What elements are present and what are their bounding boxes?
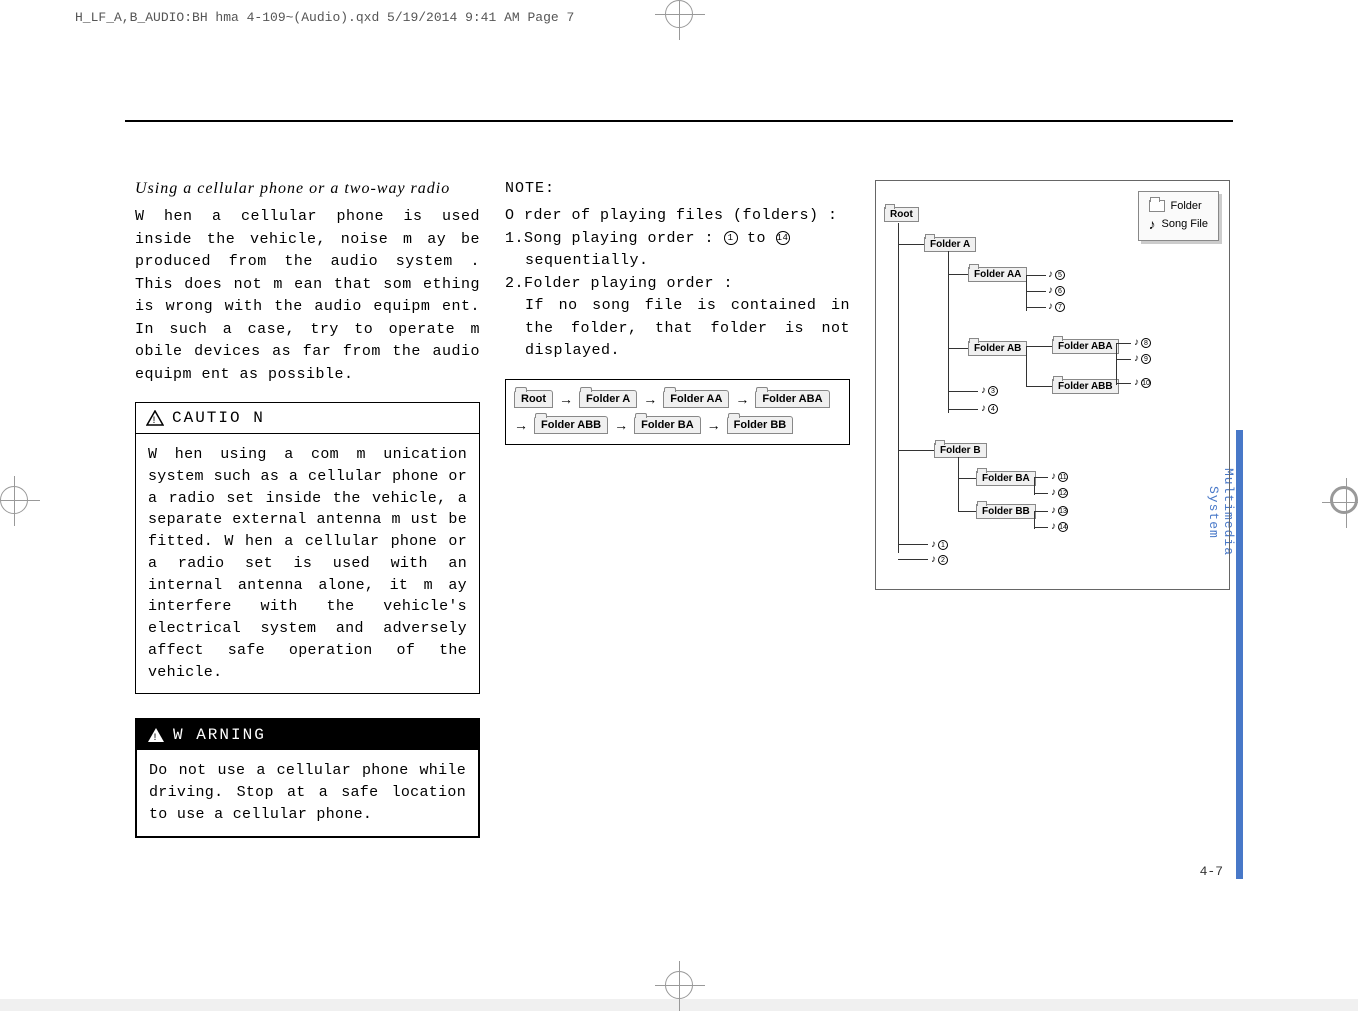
page-number: 4-7	[1200, 864, 1223, 879]
warning-box: ! W ARNING Do not use a cellular phone w…	[135, 718, 480, 837]
flow-folder-abb: Folder ABB	[534, 416, 608, 434]
flow-folder-ba: Folder BA	[634, 416, 701, 434]
warning-label: W ARNING	[173, 726, 266, 744]
tree-folder-bb: Folder BB	[976, 504, 1036, 519]
legend-song-row: ♪ Song File	[1149, 214, 1208, 234]
flow-folder-aa: Folder AA	[663, 390, 729, 408]
tree-song-13: ♪13	[1051, 505, 1068, 516]
arrow-icon: →	[559, 391, 573, 407]
tree-song-2: ♪2	[931, 554, 948, 565]
arrow-icon: →	[735, 391, 749, 407]
order-to: to	[738, 230, 776, 247]
tree-root: Root	[884, 207, 919, 222]
tree-song-11: ♪11	[1051, 471, 1068, 482]
legend-song-label: Song File	[1162, 218, 1208, 230]
arrow-icon: →	[707, 417, 721, 433]
flow-root: Root	[514, 390, 553, 408]
tree-song-8: ♪8	[1134, 337, 1151, 348]
song-file-icon: ♪	[1149, 216, 1156, 232]
tree-song-12: ♪12	[1051, 487, 1068, 498]
tree-diagram: Folder ♪ Song File Root Folder A Folder …	[875, 180, 1230, 590]
flow-folder-aba: Folder ABA	[755, 390, 829, 408]
svg-text:!: !	[151, 416, 159, 426]
caution-header: ! CAUTIO N	[136, 403, 479, 434]
arrow-icon: →	[643, 391, 657, 407]
qxd-header: H_LF_A,B_AUDIO:BH hma 4-109~(Audio).qxd …	[75, 10, 574, 25]
order-item-1-pre: 1.Song playing order :	[505, 230, 724, 247]
content: Using a cellular phone or a two-way radi…	[135, 180, 1230, 838]
column-2: NOTE: O rder of playing files (folders) …	[505, 180, 850, 838]
circ-14: 14	[776, 231, 790, 245]
order-intro: O rder of playing files (folders) :	[505, 205, 850, 228]
warning-body: Do not use a cellular phone while drivin…	[137, 750, 478, 835]
order-item-1: 1.Song playing order : 1 to 14	[505, 228, 850, 251]
caution-label: CAUTIO N	[172, 409, 265, 427]
warning-icon: !	[147, 727, 165, 743]
crop-mark-top	[665, 0, 693, 28]
svg-text:!: !	[152, 733, 160, 743]
flow-row-2: → Folder ABB → Folder BA → Folder BB	[514, 416, 841, 434]
tree-folder-ba: Folder BA	[976, 471, 1036, 486]
warning-header: ! W ARNING	[137, 720, 478, 750]
tree-song-14: ♪14	[1051, 521, 1068, 532]
caution-icon: !	[146, 410, 164, 426]
tree-song-7: ♪7	[1048, 301, 1065, 312]
tree-song-9: ♪9	[1134, 353, 1151, 364]
legend-folder-row: Folder	[1149, 198, 1208, 214]
order-item-1-post: sequentially.	[525, 250, 850, 273]
column-1: Using a cellular phone or a two-way radi…	[135, 180, 480, 838]
legend: Folder ♪ Song File	[1138, 191, 1219, 241]
header-text: H_LF_A,B_AUDIO:BH hma 4-109~(Audio).qxd …	[75, 10, 574, 25]
tree-folder-aba: Folder ABA	[1052, 339, 1119, 354]
section-heading: Using a cellular phone or a two-way radi…	[135, 180, 480, 198]
tree-song-6: ♪6	[1048, 285, 1065, 296]
side-bar-blank	[1236, 120, 1243, 430]
tree-folder-ab: Folder AB	[968, 341, 1027, 356]
flow-folder-a: Folder A	[579, 390, 637, 408]
caution-body: W hen using a com m unication system suc…	[136, 434, 479, 693]
flow-row-1: Root → Folder A → Folder AA → Folder ABA	[514, 390, 841, 408]
crop-mark-left	[0, 486, 28, 514]
column-3: Folder ♪ Song File Root Folder A Folder …	[875, 180, 1230, 838]
tree-song-1: ♪1	[931, 539, 948, 550]
top-rule	[125, 120, 1233, 122]
tree-folder-a: Folder A	[924, 237, 976, 252]
section-body: W hen a cellular phone is used inside th…	[135, 206, 480, 386]
arrow-icon: →	[514, 417, 528, 433]
note-header: NOTE:	[505, 180, 850, 197]
tree-folder-aa: Folder AA	[968, 267, 1027, 282]
crop-mark-bottom	[665, 971, 693, 999]
circ-1: 1	[724, 231, 738, 245]
tree-song-10: ♪10	[1134, 377, 1151, 388]
arrow-icon: →	[614, 417, 628, 433]
page: H_LF_A,B_AUDIO:BH hma 4-109~(Audio).qxd …	[0, 0, 1358, 999]
tree-song-3: ♪3	[981, 385, 998, 396]
flow-diagram: Root → Folder A → Folder AA → Folder ABA…	[505, 379, 850, 445]
flow-folder-bb: Folder BB	[727, 416, 794, 434]
folder-icon	[1149, 200, 1165, 212]
tree-folder-b: Folder B	[934, 443, 987, 458]
tree-song-4: ♪4	[981, 403, 998, 414]
legend-folder-label: Folder	[1171, 200, 1202, 212]
tree-song-5: ♪5	[1048, 269, 1065, 280]
order-item-2-sub: If no song file is contained in the fold…	[525, 295, 850, 363]
crop-mark-right	[1330, 486, 1358, 514]
tree-folder-abb: Folder ABB	[1052, 379, 1119, 394]
caution-box: ! CAUTIO N W hen using a com m unication…	[135, 402, 480, 694]
order-item-2: 2.Folder playing order :	[505, 273, 850, 296]
